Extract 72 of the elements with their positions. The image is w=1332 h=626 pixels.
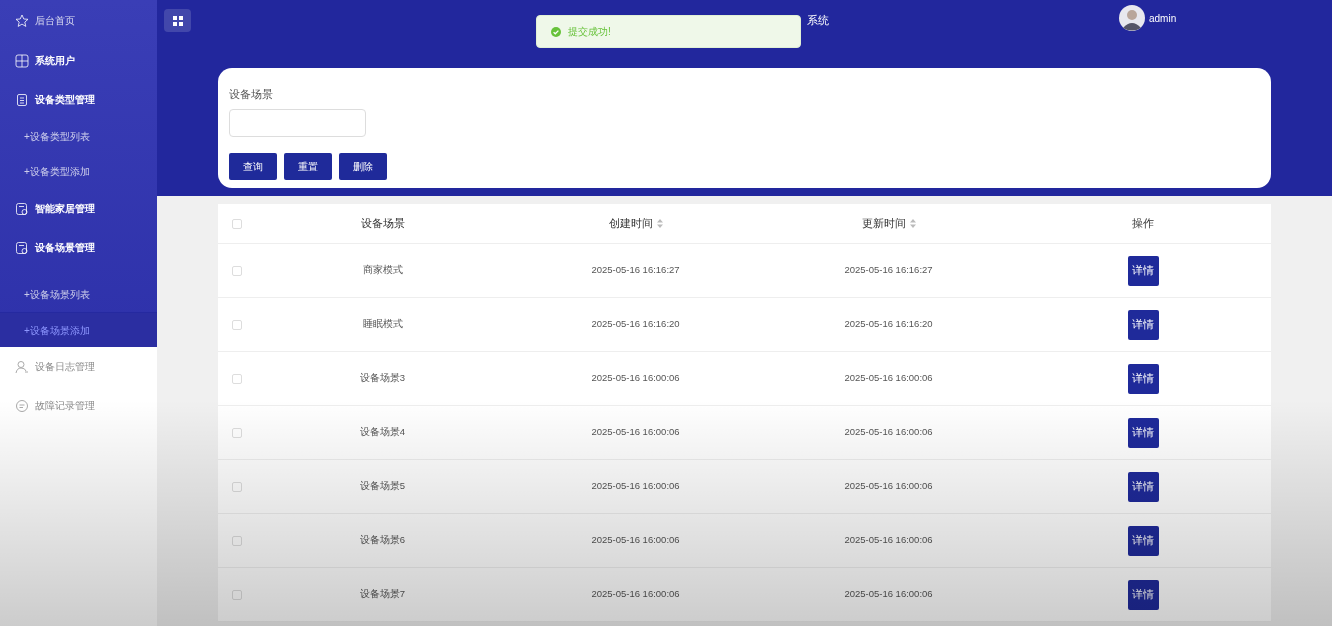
table-cell: 2025-05-16 16:00:06 xyxy=(591,425,680,440)
check-circle-icon xyxy=(551,26,561,37)
table-cell: 设备场景3 xyxy=(359,371,406,386)
sidebar-item[interactable]: 设备场景管理 xyxy=(0,228,157,267)
action-button[interactable]: 删除 xyxy=(339,152,387,180)
document-icon xyxy=(15,240,29,255)
table-cell: 睡眠模式 xyxy=(362,317,403,332)
checkbox[interactable] xyxy=(232,373,242,384)
detail-button[interactable]: 详情 xyxy=(1127,417,1159,448)
table-cell: 2025-05-16 16:00:06 xyxy=(844,371,933,386)
table-cell: 设备场景5 xyxy=(359,479,406,494)
user-icon xyxy=(15,359,29,374)
sidebar-item[interactable]: 智能家居管理 xyxy=(0,189,157,228)
submenu-item[interactable]: +设备场景添加 xyxy=(0,312,157,347)
sidebar-item[interactable]: 故障记录管理 xyxy=(0,386,157,425)
field-label: 设备场景 xyxy=(229,87,274,102)
table-cell: 2025-05-16 16:00:06 xyxy=(591,533,680,548)
detail-button[interactable]: 详情 xyxy=(1127,579,1159,610)
table-cell: 商家模式 xyxy=(362,263,403,278)
app-title: 系统 xyxy=(807,13,829,28)
column-header[interactable]: 创建时间 xyxy=(608,215,653,232)
sidebar-item[interactable]: 设备日志管理 xyxy=(0,347,157,386)
checkbox[interactable] xyxy=(232,218,242,229)
table-cell: 2025-05-16 16:16:20 xyxy=(591,317,680,332)
checkbox[interactable] xyxy=(232,427,242,438)
checkbox[interactable] xyxy=(232,589,242,600)
column-header[interactable]: 更新时间 xyxy=(861,215,906,232)
detail-button[interactable]: 详情 xyxy=(1127,363,1159,394)
clipboard-icon xyxy=(15,92,29,107)
checkbox[interactable] xyxy=(232,535,242,546)
menu-toggle-button[interactable] xyxy=(164,9,191,32)
detail-button[interactable]: 详情 xyxy=(1127,255,1159,286)
table-cell: 2025-05-16 16:00:06 xyxy=(591,479,680,494)
sidebar-item[interactable]: 设备类型管理 xyxy=(0,80,157,119)
table-cell: 2025-05-16 16:00:06 xyxy=(591,371,680,386)
table-cell: 2025-05-16 16:16:20 xyxy=(844,317,933,332)
avatar-icon xyxy=(1119,5,1145,31)
action-button[interactable]: 查询 xyxy=(229,152,277,180)
table-cell: 2025-05-16 16:00:06 xyxy=(844,533,933,548)
table-cell: 设备场景6 xyxy=(359,533,406,548)
document-icon xyxy=(15,201,29,216)
search-field[interactable] xyxy=(229,108,366,137)
chat-icon xyxy=(15,398,29,413)
table-cell: 2025-05-16 16:00:06 xyxy=(591,587,680,602)
table-cell: 2025-05-16 16:00:06 xyxy=(844,479,933,494)
table-cell: 2025-05-16 16:00:06 xyxy=(844,587,933,602)
submenu-item[interactable]: +设备类型添加 xyxy=(0,154,157,189)
toast-message: 提交成功! xyxy=(568,25,611,39)
grid-icon xyxy=(172,15,183,26)
sidebar-item[interactable]: 后台首页 xyxy=(0,0,157,41)
detail-button[interactable]: 详情 xyxy=(1127,525,1159,556)
checkbox[interactable] xyxy=(232,265,242,276)
sort-icon[interactable] xyxy=(656,219,663,228)
table-cell: 2025-05-16 16:16:27 xyxy=(844,263,933,278)
sort-icon[interactable] xyxy=(909,219,916,228)
sidebar-item[interactable]: 系统用户 xyxy=(0,41,157,80)
column-header: 操作 xyxy=(1132,216,1154,232)
submenu-item[interactable]: +设备场景列表 xyxy=(0,277,157,312)
table-cell: 设备场景4 xyxy=(359,425,406,440)
user-name[interactable]: admin xyxy=(1149,10,1177,26)
checkbox[interactable] xyxy=(232,481,242,492)
star-icon xyxy=(15,13,29,28)
table-cell: 2025-05-16 16:00:06 xyxy=(844,425,933,440)
table-cell: 设备场景7 xyxy=(359,587,406,602)
table-cell: 2025-05-16 16:16:27 xyxy=(591,263,680,278)
detail-button[interactable]: 详情 xyxy=(1127,471,1159,502)
detail-button[interactable]: 详情 xyxy=(1127,309,1159,340)
checkbox[interactable] xyxy=(232,319,242,330)
column-header: 设备场景 xyxy=(360,216,405,232)
grid-icon xyxy=(15,53,29,68)
action-button[interactable]: 重置 xyxy=(284,152,332,180)
submenu-item[interactable]: +设备类型列表 xyxy=(0,119,157,154)
